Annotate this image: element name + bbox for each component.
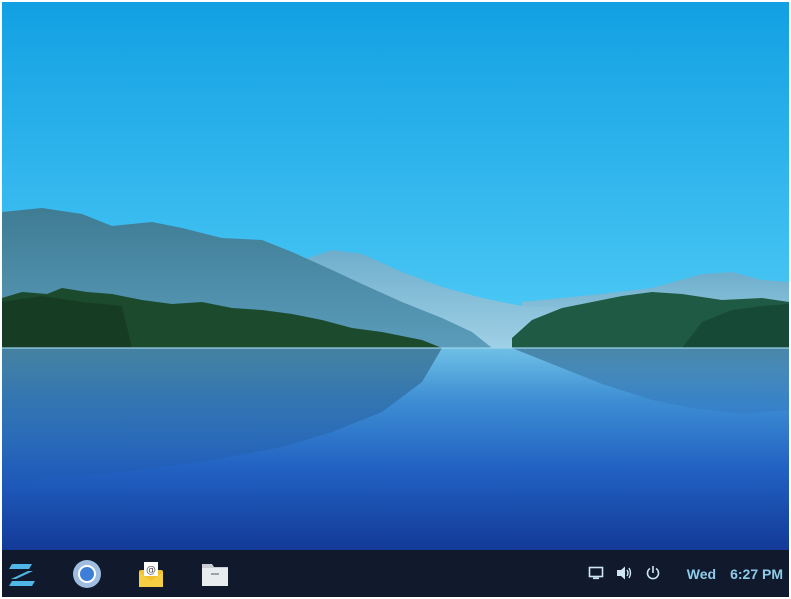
clock[interactable]: Wed 6:27 PM	[687, 550, 783, 597]
power-icon[interactable]	[644, 564, 662, 582]
volume-icon[interactable]	[615, 564, 633, 582]
wallpaper	[2, 2, 789, 550]
desktop[interactable]: @ Wed 6:27 PM	[2, 2, 789, 597]
chromium-browser-icon[interactable]	[72, 559, 102, 589]
zorin-menu-icon[interactable]	[7, 559, 37, 589]
clock-time: 6:27 PM	[730, 565, 783, 582]
files-icon[interactable]	[200, 559, 230, 589]
display-icon[interactable]	[587, 564, 605, 582]
svg-text:@: @	[146, 565, 156, 576]
taskbar: @ Wed 6:27 PM	[2, 550, 789, 597]
clock-day: Wed	[686, 565, 717, 582]
mail-client-icon[interactable]: @	[136, 559, 166, 589]
